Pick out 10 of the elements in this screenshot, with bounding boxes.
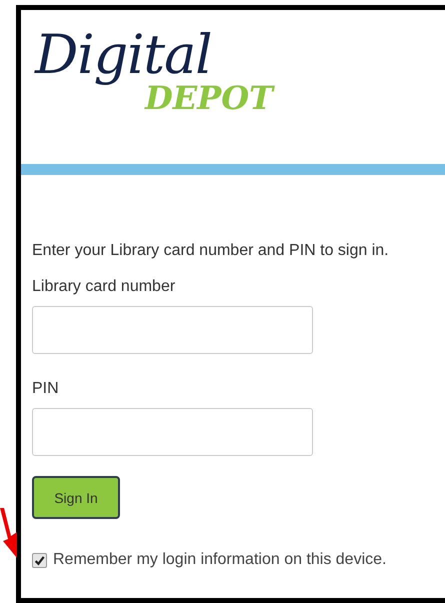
pointer-arrow-icon — [0, 508, 20, 558]
input-field[interactable] — [32, 306, 313, 354]
field-label: Library card number — [32, 278, 176, 296]
checkbox[interactable] — [32, 552, 47, 568]
intro-text: Enter your Library card number and PIN to sign in. — [32, 242, 390, 260]
sign-in-button[interactable]: Sign In — [32, 476, 120, 519]
field-label: PIN — [32, 380, 59, 398]
logo-block-text: DEPOT — [145, 82, 273, 114]
input-field[interactable] — [32, 408, 313, 456]
checkbox-label: Remember my login information on this device. — [53, 551, 386, 569]
